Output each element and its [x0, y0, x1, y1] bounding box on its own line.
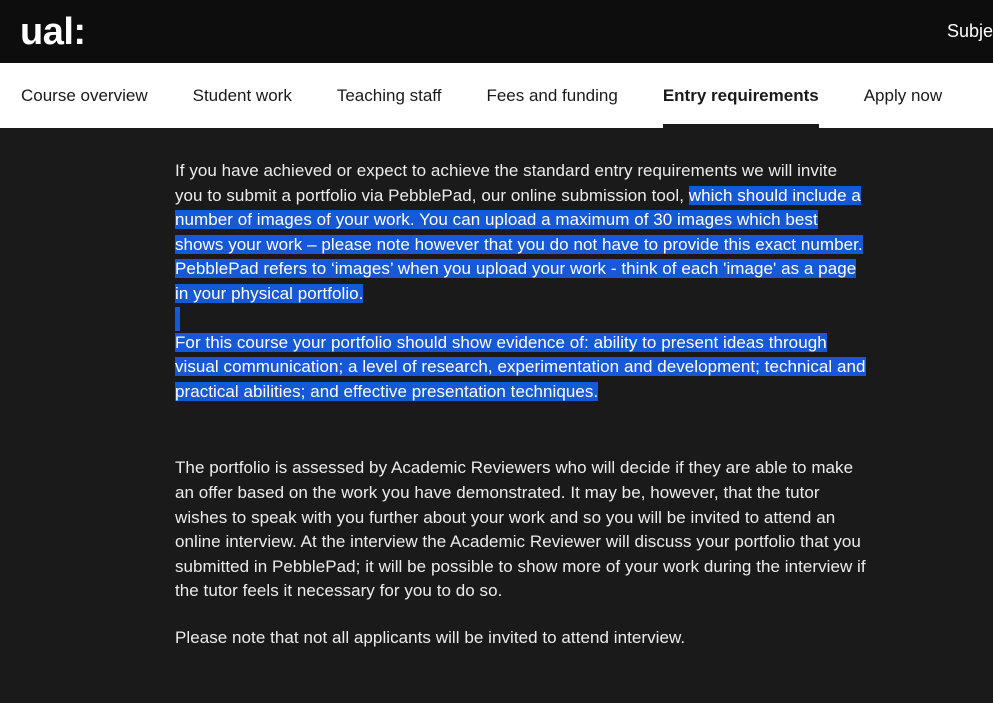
entry-requirements-content: If you have achieved or expect to achiev… — [0, 128, 993, 703]
site-header: ual: Subject — [0, 0, 993, 63]
nav-label: Student work — [192, 85, 292, 105]
paragraph-portfolio-submission: If you have achieved or expect to achiev… — [175, 159, 867, 307]
nav-item-entry-requirements[interactable]: Entry requirements — [662, 63, 819, 128]
nav-item-apply-now[interactable]: Apply now — [864, 63, 942, 128]
header-right-group: Subject — [947, 0, 993, 63]
nav-item-student-work[interactable]: Student work — [193, 63, 292, 128]
nav-item-fees-and-funding[interactable]: Fees and funding — [486, 63, 617, 128]
nav-label: Apply now — [863, 85, 943, 105]
paragraph-assessment-process: The portfolio is assessed by Academic Re… — [175, 458, 866, 601]
nav-label: Entry requirements — [662, 85, 819, 105]
nav-item-course-overview[interactable]: Course overview — [21, 63, 148, 128]
selection-gap-strip — [175, 306, 180, 331]
nav-label: Fees and funding — [486, 85, 618, 105]
paragraph-portfolio-evidence: For this course your portfolio should sh… — [175, 331, 867, 405]
ual-logo[interactable]: ual: — [20, 13, 86, 51]
nav-item-teaching-staff[interactable]: Teaching staff — [337, 63, 442, 128]
course-navigation-bar: Course overview Student work Teaching st… — [0, 63, 993, 128]
header-subject-link[interactable]: Subject — [947, 21, 993, 42]
nav-label: Teaching staff — [336, 85, 442, 105]
content-spacer-small — [175, 604, 993, 626]
paragraph2-selected-text: For this course your portfolio should sh… — [175, 332, 866, 401]
nav-label: Course overview — [21, 85, 148, 105]
paragraph-interview-note: Please note that not all applicants will… — [175, 627, 686, 647]
